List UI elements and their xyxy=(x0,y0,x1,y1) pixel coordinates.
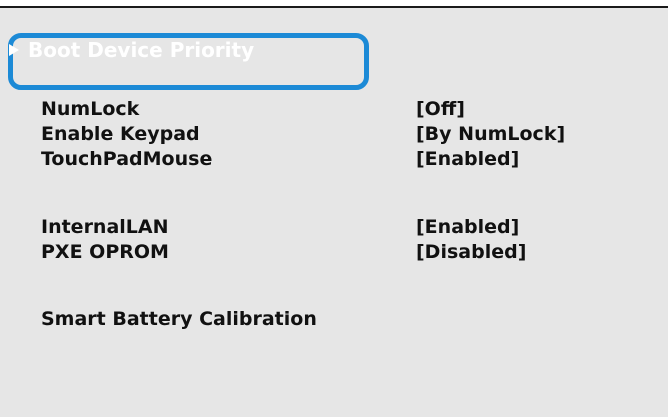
setting-value-pxe-oprom[interactable]: [Disabled] xyxy=(416,240,526,264)
boot-device-priority-label: Boot Device Priority xyxy=(28,38,255,62)
setting-row-enable-keypad[interactable]: Enable Keypad [By NumLock] xyxy=(41,122,621,146)
setting-value-touchpadmouse[interactable]: [Enabled] xyxy=(416,147,519,171)
setting-value-internallan[interactable]: [Enabled] xyxy=(416,215,519,239)
setting-row-smart-battery-calibration[interactable]: Smart Battery Calibration xyxy=(41,307,621,331)
bios-settings-panel: Boot Device Priority NumLock [Off] Enabl… xyxy=(0,6,668,417)
setting-value-numlock[interactable]: [Off] xyxy=(416,97,465,121)
setting-label-numlock: NumLock xyxy=(41,98,140,120)
setting-label-enable-keypad: Enable Keypad xyxy=(41,123,200,145)
setting-label-pxe-oprom: PXE OPROM xyxy=(41,241,169,263)
boot-device-priority-item[interactable]: Boot Device Priority xyxy=(9,38,254,62)
setting-label-internallan: InternalLAN xyxy=(41,216,169,238)
setting-row-numlock[interactable]: NumLock [Off] xyxy=(41,97,621,121)
submenu-arrow-icon xyxy=(9,44,19,56)
setting-row-pxe-oprom[interactable]: PXE OPROM [Disabled] xyxy=(41,240,621,264)
setting-label-smart-battery-calibration: Smart Battery Calibration xyxy=(41,308,317,330)
setting-row-internallan[interactable]: InternalLAN [Enabled] xyxy=(41,215,621,239)
setting-value-enable-keypad[interactable]: [By NumLock] xyxy=(416,122,565,146)
setting-row-touchpadmouse[interactable]: TouchPadMouse [Enabled] xyxy=(41,147,621,171)
setting-label-touchpadmouse: TouchPadMouse xyxy=(41,148,213,170)
